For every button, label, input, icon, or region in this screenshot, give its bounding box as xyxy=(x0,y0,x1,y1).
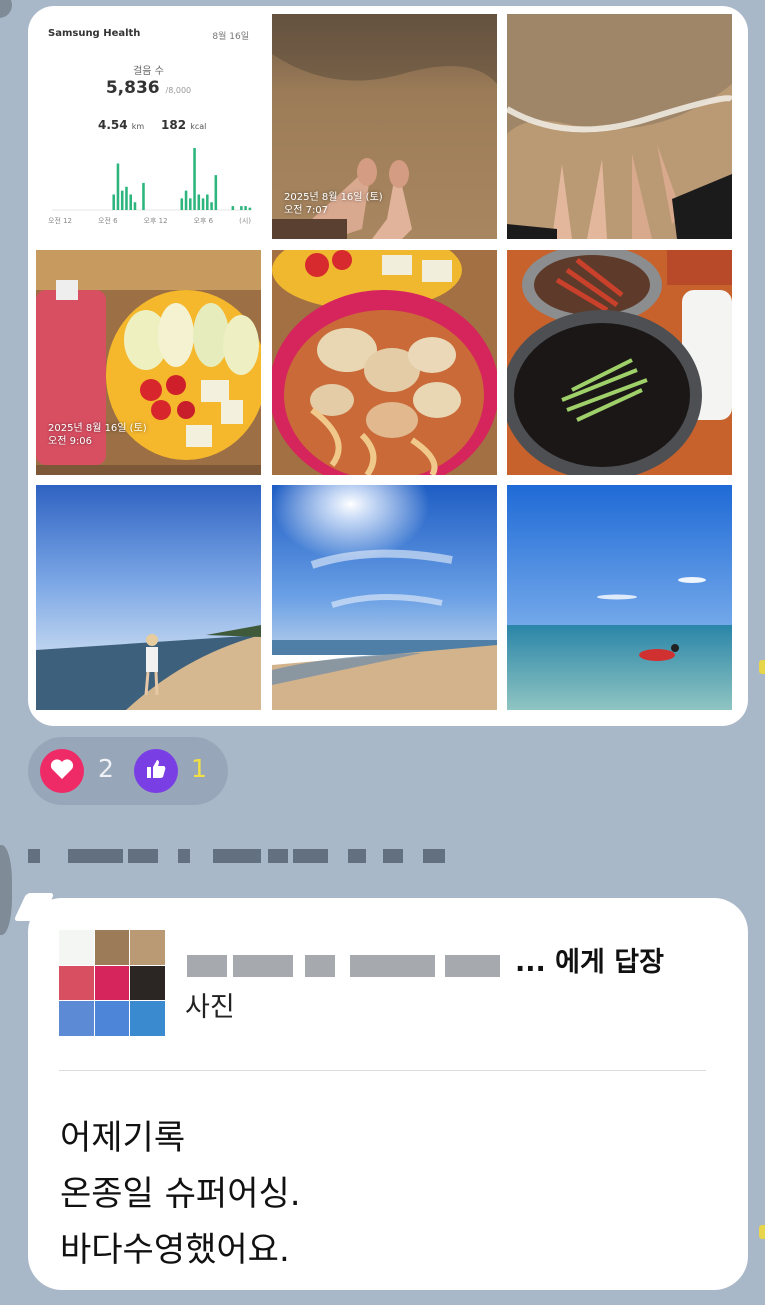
axis-label: 오전 12 xyxy=(48,217,73,225)
health-date: 8월 16일 xyxy=(212,32,249,42)
message-line: 온종일 슈퍼어싱. xyxy=(60,1174,301,1214)
steps-bar xyxy=(189,198,192,211)
hourly-steps-chart xyxy=(52,148,252,211)
photo-person-walking-beach[interactable] xyxy=(36,485,261,710)
reply-target-suffix: ... 에게 답장 xyxy=(515,947,664,978)
steps-bar xyxy=(142,182,145,211)
photo-clam-noodles[interactable] xyxy=(272,250,497,475)
photo-black-bean-noodles[interactable] xyxy=(507,250,732,475)
unread-indicator xyxy=(759,1225,765,1239)
steps-bar xyxy=(248,207,252,210)
steps-bar xyxy=(193,148,196,210)
steps-bar xyxy=(112,194,115,210)
axis-label: 오후 12 xyxy=(143,217,168,225)
steps-label: 걸음 수 xyxy=(133,66,164,77)
reply-target-name-redacted xyxy=(185,950,515,978)
photo-swimmer-sea[interactable] xyxy=(507,485,732,710)
reply-photo-thumbnail[interactable] xyxy=(59,930,165,1036)
steps-bar xyxy=(240,206,243,211)
photo-timestamp: 2025년 8월 16일 (토) 오전 9:06 xyxy=(48,423,147,447)
axis-label: 오후 6 xyxy=(193,217,214,225)
sender-name-redacted xyxy=(28,845,448,867)
steps-bar xyxy=(201,198,205,211)
steps-bar xyxy=(133,202,137,210)
photo-sunny-beach-sky[interactable] xyxy=(272,485,497,710)
reply-target: ... 에게 답장 xyxy=(185,940,664,979)
steps-bar xyxy=(214,175,218,211)
photo-album-message[interactable]: Samsung Health 8월 16일 걸음 수 5,836 /8,000 … xyxy=(28,6,748,726)
like-count: 1 xyxy=(191,754,207,783)
steps-bar xyxy=(125,186,128,210)
steps-bar xyxy=(197,194,201,210)
photo-beach-feet-sand[interactable]: 2025년 8월 16일 (토) 오전 7:07 xyxy=(272,14,497,239)
steps-bar xyxy=(244,206,247,211)
like-reaction-button[interactable] xyxy=(134,749,178,793)
steps-bar xyxy=(180,198,184,211)
unread-indicator xyxy=(759,660,765,674)
distance: 4.54 km xyxy=(98,118,145,132)
divider xyxy=(59,1070,706,1071)
message-line: 바다수영했어요. xyxy=(60,1230,290,1270)
photo-beach-feet-waves[interactable] xyxy=(507,14,732,239)
photo-samsung-health[interactable]: Samsung Health 8월 16일 걸음 수 5,836 /8,000 … xyxy=(36,14,261,239)
steps-bar xyxy=(184,190,188,211)
sender-avatar[interactable] xyxy=(0,845,12,935)
thumbs-up-icon xyxy=(144,757,168,785)
steps-bar xyxy=(116,163,120,210)
health-app-name: Samsung Health xyxy=(48,28,141,39)
heart-icon xyxy=(50,758,74,784)
steps-bar xyxy=(206,194,209,210)
reaction-bar[interactable]: 2 1 xyxy=(28,737,228,805)
heart-count: 2 xyxy=(98,754,114,783)
axis-label: 오전 6 xyxy=(98,217,118,225)
photo-fruit-snack[interactable]: 2025년 8월 16일 (토) 오전 9:06 xyxy=(36,250,261,475)
message-line: 어제기록 xyxy=(60,1118,186,1158)
steps-bar xyxy=(120,190,124,211)
avatar[interactable] xyxy=(0,0,12,18)
chart-axis: 오전 12 오전 6 오후 12 오후 6 (시) xyxy=(48,216,251,226)
calories: 182 kcal xyxy=(161,118,207,132)
steps-bar xyxy=(129,194,132,210)
steps-count: 5,836 /8,000 xyxy=(105,78,192,98)
axis-label: (시) xyxy=(239,217,251,225)
heart-reaction-button[interactable] xyxy=(40,749,84,793)
reply-type: 사진 xyxy=(185,992,235,1023)
steps-bar xyxy=(210,202,213,210)
steps-bar xyxy=(231,206,235,211)
photo-timestamp: 2025년 8월 16일 (토) 오전 7:07 xyxy=(284,192,383,216)
